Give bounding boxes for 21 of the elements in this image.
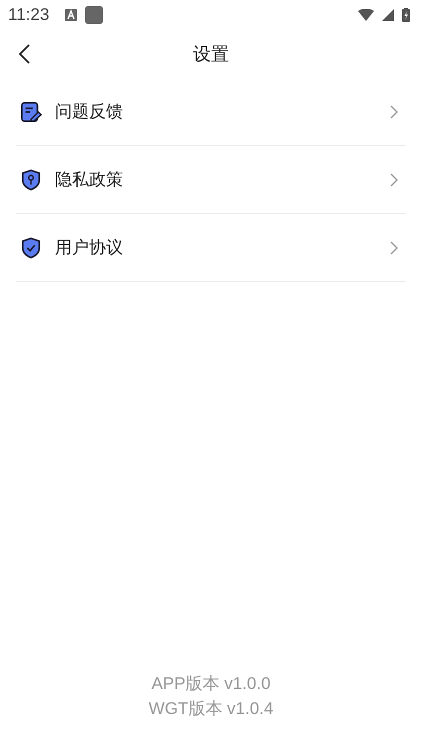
chevron-right-icon [390, 104, 398, 118]
version-text: WGT版本 v1.0.4 [148, 698, 274, 720]
menu-item-label: 隐私政策 [55, 169, 124, 191]
version-text: APP版本 v1.0.0 [151, 673, 271, 695]
battery-icon [402, 8, 410, 22]
status-time: 11:23 [8, 5, 50, 25]
signal-icon [382, 9, 394, 21]
app-notification-icon [85, 6, 104, 24]
shield-check-icon [20, 236, 42, 258]
chevron-right-icon [390, 240, 398, 254]
wifi-icon [358, 9, 374, 21]
menu-item[interactable]: 隐私政策 [16, 146, 406, 214]
menu-item[interactable]: 问题反馈 [16, 78, 406, 146]
note-edit-icon [20, 100, 42, 122]
notification-icon [65, 9, 78, 21]
menu-item[interactable]: 用户协议 [16, 214, 406, 282]
menu-item-label: 用户协议 [55, 237, 124, 259]
shield-key-icon [20, 168, 42, 190]
chevron-right-icon [390, 172, 398, 186]
page-title: 设置 [193, 43, 229, 66]
menu-item-label: 问题反馈 [55, 101, 124, 123]
